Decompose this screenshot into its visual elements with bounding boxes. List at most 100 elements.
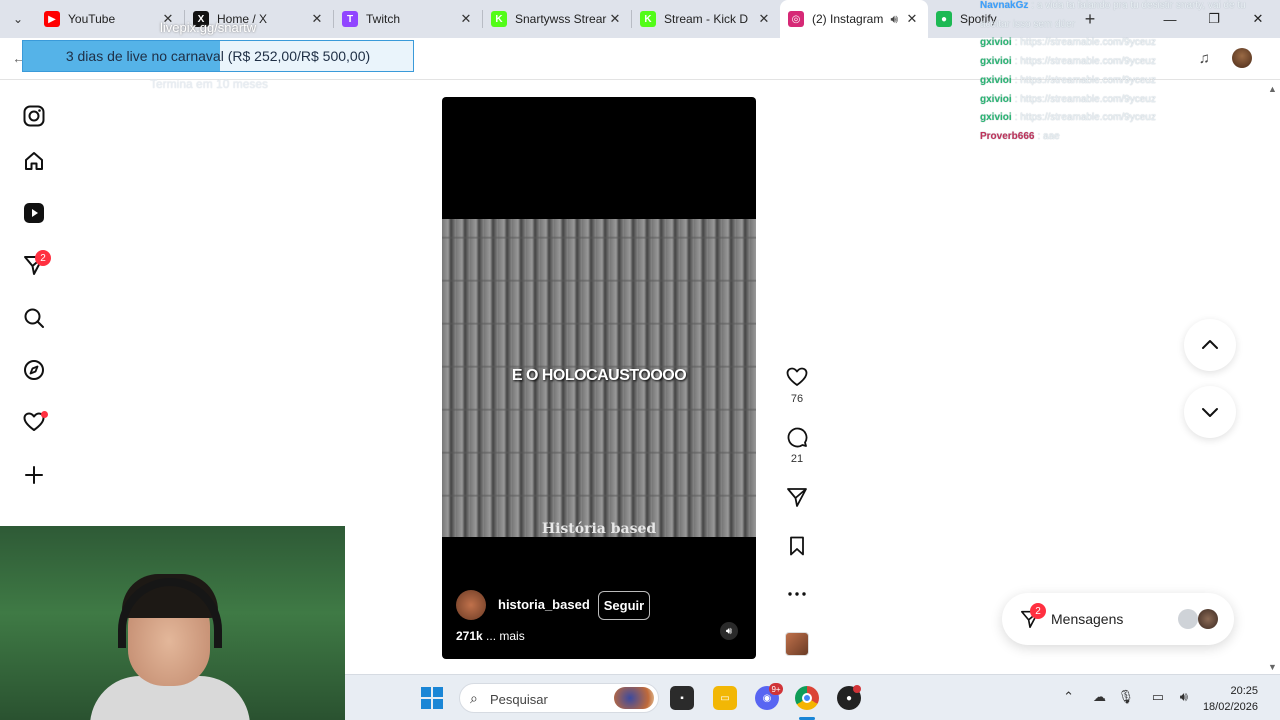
reel-description[interactable]: 271k ... mais — [456, 629, 525, 643]
like-icon[interactable] — [786, 366, 808, 388]
messages-avatar-2 — [1198, 609, 1218, 629]
tab-favicon-icon: T — [342, 11, 358, 27]
tab-title: YouTube — [68, 12, 116, 26]
chat-message: gxivioi: https://streamable.com/9yceuz — [980, 74, 1156, 86]
reels-icon[interactable] — [22, 201, 46, 225]
toolbar-icons: ♫ — [1199, 48, 1252, 68]
chat-text: aceitar isso sem dúer — [980, 18, 1076, 30]
reel-watermark: História based — [541, 521, 657, 537]
tab-title: Snartywss Strear — [515, 12, 607, 26]
messages-pill-label: Mensagens — [1051, 611, 1124, 627]
browser-tab[interactable]: T Twitch ✕ — [334, 0, 482, 38]
home-icon[interactable] — [22, 149, 46, 173]
create-icon[interactable] — [22, 463, 46, 487]
cloud-off-icon[interactable]: ☁ — [1093, 689, 1106, 705]
volume-icon[interactable]: 🔊︎ — [1180, 689, 1188, 705]
reel-author-avatar[interactable] — [456, 590, 486, 620]
chat-username: gxivioi — [980, 93, 1012, 105]
taskbar-date: 18/02/2026 — [1202, 701, 1258, 713]
tab-title: Stream - Kick D — [664, 12, 749, 26]
like-count: 76 — [790, 393, 804, 405]
follow-button[interactable]: Seguir — [598, 591, 650, 620]
chat-text: aae — [1043, 130, 1060, 142]
search-icon: ⌕ — [470, 690, 478, 706]
chat-username: Proverb666 — [980, 130, 1035, 142]
tab-favicon-icon: ◎ — [788, 11, 804, 27]
browser-tab[interactable]: K Snartywss Strear ✕ — [483, 0, 631, 38]
tab-close-icon[interactable]: ✕ — [607, 11, 623, 27]
reel-video[interactable]: E O HOLOCAUSTOOOO História based histori… — [442, 97, 756, 659]
tab-favicon-icon: ● — [936, 11, 952, 27]
chat-text: https://streamable.com/9yceuz — [1020, 37, 1156, 49]
tab-favicon-icon: ▶ — [44, 11, 60, 27]
media-control-icon[interactable]: ♫ — [1199, 50, 1210, 67]
messages-avatar-1 — [1178, 609, 1198, 629]
explore-icon[interactable] — [22, 358, 46, 382]
chevron-down-icon — [1202, 408, 1218, 417]
mute-toggle-icon[interactable]: 🔊︎ — [720, 622, 738, 640]
scrollbar-down-arrow[interactable]: ▼ — [1268, 662, 1277, 672]
instagram-logo-icon[interactable] — [22, 104, 46, 128]
browser-tab[interactable]: K Stream - Kick D ✕ — [632, 0, 780, 38]
audio-thumbnail[interactable] — [785, 632, 809, 656]
donation-goal-bar: 3 dias de live no carnaval (R$ 252,00/R$… — [22, 40, 414, 72]
comment-count: 21 — [790, 453, 804, 465]
terminal-app-icon[interactable]: ▪ — [670, 686, 694, 710]
share-icon[interactable] — [786, 486, 808, 508]
donation-goal-subtitle: Termina em 10 meses — [150, 77, 269, 91]
chat-username: gxivioi — [980, 74, 1012, 86]
previous-reel-button[interactable] — [1184, 319, 1236, 371]
taskbar-search[interactable]: ⌕ Pesquisar — [459, 683, 659, 713]
profile-avatar[interactable] — [1232, 48, 1252, 68]
new-tab-button[interactable]: + — [1076, 9, 1104, 30]
save-icon[interactable] — [786, 535, 808, 557]
chat-message: gxivioi: https://streamable.com/9yceuz — [980, 37, 1156, 49]
webcam-feed — [0, 526, 345, 720]
tab-close-icon[interactable]: ✕ — [458, 11, 474, 27]
chrome-app-icon[interactable] — [795, 686, 819, 710]
tab-close-icon[interactable]: ✕ — [904, 11, 920, 27]
chat-username: gxivioi — [980, 37, 1012, 49]
reel-desc-more[interactable]: ... mais — [486, 629, 525, 643]
chat-text: https://streamable.com/9yceuz — [1020, 74, 1156, 86]
tab-close-icon[interactable]: ✕ — [309, 11, 325, 27]
chat-username: NavnakGz — [980, 0, 1029, 11]
microphone-icon[interactable]: 🎙︎ — [1117, 689, 1134, 705]
windows-start-icon[interactable] — [421, 687, 443, 709]
network-icon[interactable]: ▭ — [1152, 689, 1164, 705]
overlay-url: livepix.gg/snartw — [160, 20, 257, 35]
chat-message: gxivioi: https://streamable.com/9yceuz — [980, 93, 1156, 105]
chat-message: aceitar isso sem dúer — [980, 19, 1075, 30]
chat-message: gxivioi: https://streamable.com/9yceuz — [980, 112, 1156, 124]
messages-pill[interactable]: 2 Mensagens — [1002, 593, 1234, 645]
more-options-icon[interactable] — [786, 583, 808, 605]
next-reel-button[interactable] — [1184, 386, 1236, 438]
search-highlight-image — [614, 687, 654, 709]
chat-username: gxivioi — [980, 112, 1012, 124]
windows-taskbar: ⌕ Pesquisar ▪ ▭ ◉ 9+ ● ⌃ ☁ 🎙︎ ▭ 🔊︎ 20:25… — [345, 674, 1280, 720]
browser-tab[interactable]: ◎ (2) Instagram 🔊︎ ✕ — [780, 0, 928, 38]
reel-caption: E O HOLOCAUSTOOOO — [511, 367, 687, 384]
chat-message: NavnakGz: a vida ta falando pra tu desis… — [980, 0, 1246, 11]
chat-message: gxivioi: https://streamable.com/9yceuz — [980, 56, 1156, 68]
tab-title: (2) Instagram — [812, 12, 884, 26]
search-icon[interactable] — [22, 306, 46, 330]
file-explorer-icon[interactable]: ▭ — [713, 686, 737, 710]
tab-title: Twitch — [366, 12, 401, 26]
tab-audio-icon[interactable]: 🔊︎ — [890, 12, 898, 27]
comment-icon[interactable] — [786, 426, 808, 448]
taskbar-clock[interactable]: 20:25 18/02/2026 — [1203, 683, 1258, 715]
scrollbar-up-arrow[interactable]: ▲ — [1268, 84, 1277, 94]
obs-recording-dot — [853, 685, 861, 693]
chat-text: a vida ta falando pra tu desistir snarty… — [1036, 0, 1246, 11]
chevron-up-icon — [1202, 340, 1218, 349]
chat-message: Proverb666: aae — [980, 130, 1060, 142]
tab-close-icon[interactable]: ✕ — [756, 11, 772, 27]
reel-desc-count: 271k — [456, 629, 483, 643]
reel-author-username[interactable]: historia_based — [498, 597, 590, 612]
tab-search-dropdown[interactable]: ⌄ — [0, 0, 36, 38]
chat-username: gxivioi — [980, 56, 1012, 68]
notifications-dot — [41, 411, 48, 418]
tab-favicon-icon: K — [491, 11, 507, 27]
tray-overflow-icon[interactable]: ⌃ — [1063, 689, 1074, 705]
